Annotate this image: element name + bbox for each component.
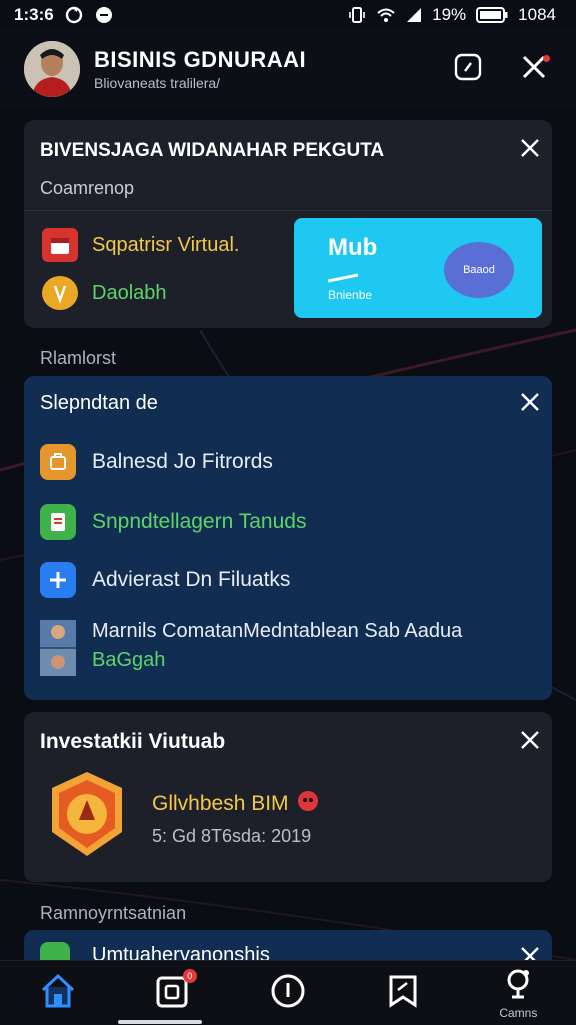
people-photo-icon xyxy=(40,620,76,676)
list-item[interactable]: Snpndtellagern Tanuds xyxy=(40,504,306,540)
app-header: BISINIS GDNURAAI Bliovaneats tralilera/ xyxy=(0,30,576,108)
notification-dot xyxy=(543,55,550,62)
nav-label: Camns xyxy=(499,1005,538,1020)
close-icon xyxy=(521,731,539,749)
item-label: Marnils ComatanMedntablean Sab Aadua xyxy=(92,620,463,642)
card-business-overview: BIVENSJAGA WIDANAHAR PEKGUTA Coamrenop S… xyxy=(24,120,552,328)
signal-icon xyxy=(406,7,422,23)
divider xyxy=(24,210,552,211)
promo-subtitle: Bnienbe xyxy=(328,288,373,302)
list-item[interactable]: Marnils ComatanMedntablean Sab Aadua BaG… xyxy=(40,620,462,676)
card-title: BIVENSJAGA WIDANAHAR PEKGUTA xyxy=(40,140,385,161)
gold-coin-icon xyxy=(42,276,78,310)
promo-badge: Baaod xyxy=(444,242,514,298)
item-label: Balnesd Jo Fitrords xyxy=(92,450,273,473)
item-label: Snpndtellagern Tanuds xyxy=(92,510,307,533)
card-subtitle: Coamrenop xyxy=(40,178,135,198)
promo-title: Mub xyxy=(328,234,378,261)
vibrate-icon xyxy=(348,6,366,24)
card-close-button[interactable] xyxy=(516,388,544,416)
avatar[interactable] xyxy=(24,41,80,97)
section-label: Ramnoyrntsatnian xyxy=(40,903,187,923)
status-time: 1:3:6 xyxy=(14,5,54,24)
list-item[interactable]: Daolabh xyxy=(42,276,167,310)
wifi-icon xyxy=(376,7,396,23)
info-icon xyxy=(270,973,306,1014)
close-icon xyxy=(521,139,539,157)
camera-icon xyxy=(502,967,534,1004)
card-title: Slepndtan de xyxy=(40,392,158,414)
sync-icon xyxy=(64,5,84,25)
plus-icon xyxy=(40,562,76,598)
section-label: Rlamlorst xyxy=(40,348,117,368)
battery-percent: 19% xyxy=(432,5,467,24)
square-action-button[interactable] xyxy=(446,47,490,91)
chat-bubble-icon xyxy=(94,5,114,25)
home-icon xyxy=(39,972,77,1015)
red-calendar-icon xyxy=(42,228,78,262)
card-investment: Investatkii Viutuab Gllvhbesh BIM 5: Gd … xyxy=(24,712,552,882)
item-label: Daolabh xyxy=(92,281,167,304)
page-subtitle: Bliovaneats tralilera/ xyxy=(94,75,221,91)
item-sublabel: BaGgah xyxy=(92,649,166,671)
nav-bookmark[interactable] xyxy=(363,961,443,1025)
page-title: BISINIS GDNURAAI xyxy=(94,47,307,72)
item-title: Gllvhbesh BIM xyxy=(152,791,289,815)
status-bar: 1:3:6 19% 1084 xyxy=(0,0,576,30)
card-title: Investatkii Viutuab xyxy=(40,730,226,753)
card-shortcuts: Slepndtan de Balnesd Jo Fitrords Snpndte… xyxy=(24,376,552,700)
nav-home[interactable] xyxy=(18,961,98,1025)
notification-badge: 0 xyxy=(182,969,197,983)
nav-camera[interactable]: Camns xyxy=(478,961,558,1025)
list-item[interactable]: Balnesd Jo Fitrords xyxy=(40,444,273,480)
item-label: Advierast Dn Filuatks xyxy=(92,568,291,591)
status-right-value: 1084 xyxy=(518,5,556,24)
green-document-icon xyxy=(40,504,76,540)
badge-emblem-icon[interactable] xyxy=(46,770,128,858)
alert-icon xyxy=(297,790,319,817)
home-indicator xyxy=(118,1020,202,1024)
square-action-icon xyxy=(453,52,483,87)
close-icon xyxy=(521,393,539,411)
close-button[interactable] xyxy=(512,47,556,91)
list-item[interactable]: Sqpatrisr Virtual. xyxy=(42,228,239,262)
card-close-button[interactable] xyxy=(516,134,544,162)
list-item[interactable]: Advierast Dn Filuatks xyxy=(40,562,290,598)
card-close-button[interactable] xyxy=(516,726,544,754)
battery-icon xyxy=(476,6,508,24)
bottom-nav: 0 Camns xyxy=(0,960,576,1025)
item-label: Sqpatrisr Virtual. xyxy=(92,233,240,256)
nav-notifications[interactable]: 0 xyxy=(133,961,213,1025)
briefcase-icon xyxy=(40,444,76,480)
promo-banner[interactable]: Mub Bnienbe Baaod xyxy=(294,218,542,318)
item-subtitle: 5: Gd 8T6sda: 2019 xyxy=(152,826,312,846)
bookmark-icon xyxy=(385,973,421,1014)
nav-info[interactable] xyxy=(248,961,328,1025)
